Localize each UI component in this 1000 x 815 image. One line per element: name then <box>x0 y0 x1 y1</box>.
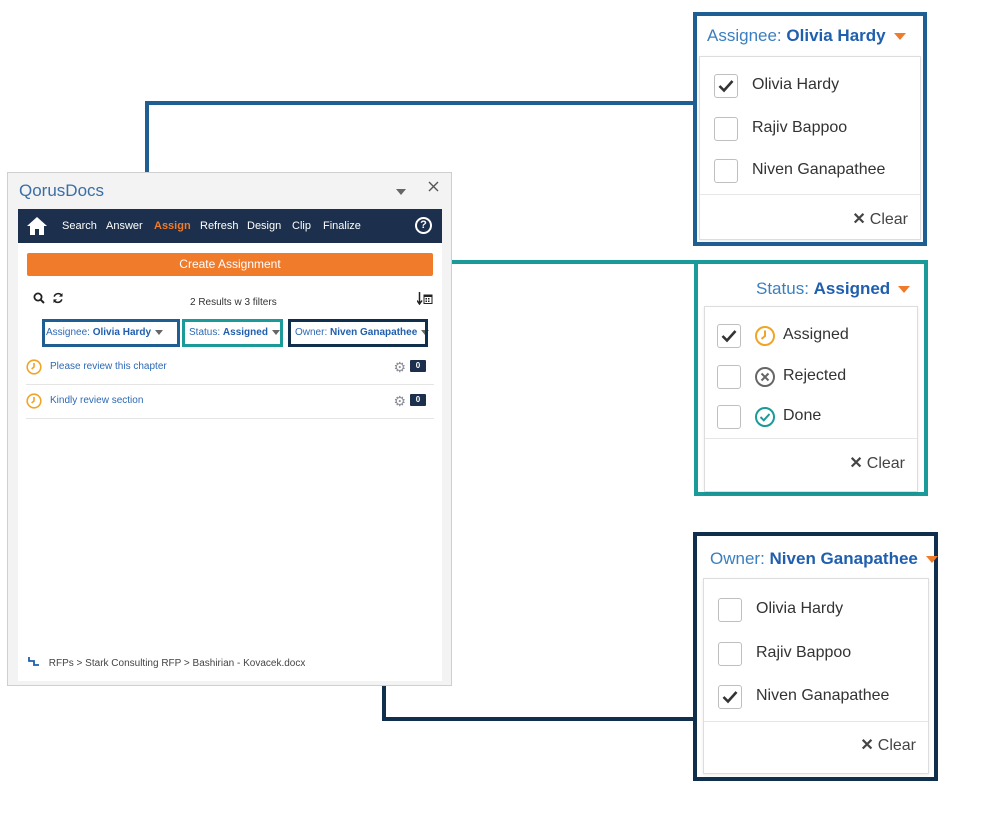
clear-label: Clear <box>866 455 905 472</box>
comment-count-badge[interactable]: 0 <box>410 394 426 406</box>
status-filter-highlight <box>182 319 283 347</box>
checkbox-unchecked[interactable] <box>718 598 742 622</box>
option-label: Rajiv Bappoo <box>756 644 852 661</box>
status-dropdown-value: Assigned <box>813 279 891 298</box>
nav-bar: Search Answer Assign Refresh Design Clip… <box>18 209 442 243</box>
comment-count-badge[interactable]: 0 <box>410 360 426 372</box>
assignee-filter-highlight <box>42 319 180 347</box>
stage: QorusDocs Search Answer Assign Refresh D… <box>0 0 1000 815</box>
nav-clip[interactable]: Clip <box>292 220 311 232</box>
assignee-dropdown-value: Olivia Hardy <box>786 26 886 45</box>
home-icon[interactable] <box>26 216 48 236</box>
caret-down-icon <box>893 33 906 41</box>
gear-icon[interactable]: ⚙ <box>393 359 406 376</box>
divider <box>705 438 917 439</box>
assignee-connector <box>145 101 696 105</box>
help-icon[interactable]: ? <box>415 217 432 234</box>
nav-design[interactable]: Design <box>247 220 281 232</box>
checkbox-unchecked[interactable] <box>717 405 741 429</box>
nav-assign[interactable]: Assign <box>154 220 191 232</box>
status-dropdown-toggle[interactable]: Status: Assigned <box>756 279 911 299</box>
clock-icon <box>26 359 42 380</box>
checkbox-checked[interactable] <box>717 324 741 348</box>
option-label: Assigned <box>783 326 849 343</box>
gear-icon[interactable]: ⚙ <box>393 393 406 410</box>
check-circle-icon <box>754 406 776 433</box>
option-label: Rajiv Bappoo <box>752 119 848 136</box>
owner-dropdown-menu: Olivia Hardy Rajiv Bappoo Niven Ganapath… <box>703 578 929 774</box>
clock-icon <box>754 325 776 352</box>
search-icon[interactable] <box>33 292 45 307</box>
clear-label: Clear <box>877 737 916 754</box>
checkbox-checked[interactable] <box>718 685 742 709</box>
nav-finalize[interactable]: Finalize <box>323 220 361 232</box>
assignee-dropdown-toggle[interactable]: Assignee: Olivia Hardy <box>707 26 906 46</box>
checkbox-unchecked[interactable] <box>717 365 741 389</box>
sort-calendar-icon[interactable] <box>416 292 433 308</box>
results-count: 2 Results w 3 filters <box>190 297 277 308</box>
caret-down-icon[interactable] <box>396 183 406 198</box>
option-label: Done <box>783 407 822 424</box>
owner-dropdown-toggle[interactable]: Owner: Niven Ganapathee <box>710 549 938 569</box>
option-label: Olivia Hardy <box>752 76 840 93</box>
status-callout: Status: Assigned Assigned Rejected Done … <box>694 260 928 496</box>
qorusdocs-panel: QorusDocs Search Answer Assign Refresh D… <box>7 172 452 686</box>
checkbox-unchecked[interactable] <box>718 642 742 666</box>
close-icon[interactable] <box>428 180 439 195</box>
status-clear-button[interactable]: ✕ Clear <box>849 453 905 473</box>
refresh-icon[interactable] <box>52 292 64 307</box>
status-dropdown-prefix: Status: <box>756 279 809 298</box>
divider <box>704 721 928 722</box>
owner-callout: Owner: Niven Ganapathee Olivia Hardy Raj… <box>693 532 938 781</box>
divider <box>700 194 920 195</box>
close-icon: ✕ <box>849 455 863 472</box>
option-label: Olivia Hardy <box>756 600 844 617</box>
path-icon <box>28 657 43 669</box>
owner-dropdown-value: Niven Ganapathee <box>769 549 918 568</box>
assignee-dropdown-prefix: Assignee: <box>707 26 782 45</box>
status-dropdown-menu: Assigned Rejected Done ✕ Clear <box>704 306 918 492</box>
breadcrumb: RFPs > Stark Consulting RFP > Bashirian … <box>28 656 305 669</box>
option-label: Niven Ganapathee <box>752 161 886 178</box>
clock-icon <box>26 393 42 414</box>
close-icon: ✕ <box>852 211 866 228</box>
option-label: Niven Ganapathee <box>756 687 890 704</box>
breadcrumb-text: RFPs > Stark Consulting RFP > Bashirian … <box>48 658 306 669</box>
assignee-callout: Assignee: Olivia Hardy Olivia Hardy Raji… <box>693 12 927 246</box>
owner-clear-button[interactable]: ✕ Clear <box>860 735 916 755</box>
x-circle-icon <box>754 366 776 393</box>
close-icon: ✕ <box>860 737 874 754</box>
clear-label: Clear <box>869 211 908 228</box>
assign-content: Create Assignment 2 Results w 3 filters … <box>18 243 442 681</box>
nav-answer[interactable]: Answer <box>106 220 143 232</box>
option-label: Rejected <box>783 367 847 384</box>
task-row[interactable]: Kindly review section ⚙ 0 <box>26 385 434 419</box>
nav-refresh[interactable]: Refresh <box>200 220 239 232</box>
owner-dropdown-prefix: Owner: <box>710 549 765 568</box>
checkbox-unchecked[interactable] <box>714 159 738 183</box>
task-label[interactable]: Kindly review section <box>50 395 143 406</box>
caret-down-icon <box>898 286 911 294</box>
checkbox-unchecked[interactable] <box>714 117 738 141</box>
app-title: QorusDocs <box>19 181 105 200</box>
checkbox-checked[interactable] <box>714 74 738 98</box>
panel-titlebar: QorusDocs <box>8 173 451 207</box>
task-row[interactable]: Please review this chapter ⚙ 0 <box>26 351 434 385</box>
create-assignment-button[interactable]: Create Assignment <box>27 253 433 276</box>
nav-search[interactable]: Search <box>62 220 97 232</box>
owner-filter-highlight <box>288 319 428 347</box>
caret-down-icon <box>925 556 938 564</box>
assignee-clear-button[interactable]: ✕ Clear <box>852 209 908 229</box>
assignee-dropdown-menu: Olivia Hardy Rajiv Bappoo Niven Ganapath… <box>699 56 921 240</box>
task-label[interactable]: Please review this chapter <box>50 361 167 372</box>
owner-connector <box>382 717 696 721</box>
